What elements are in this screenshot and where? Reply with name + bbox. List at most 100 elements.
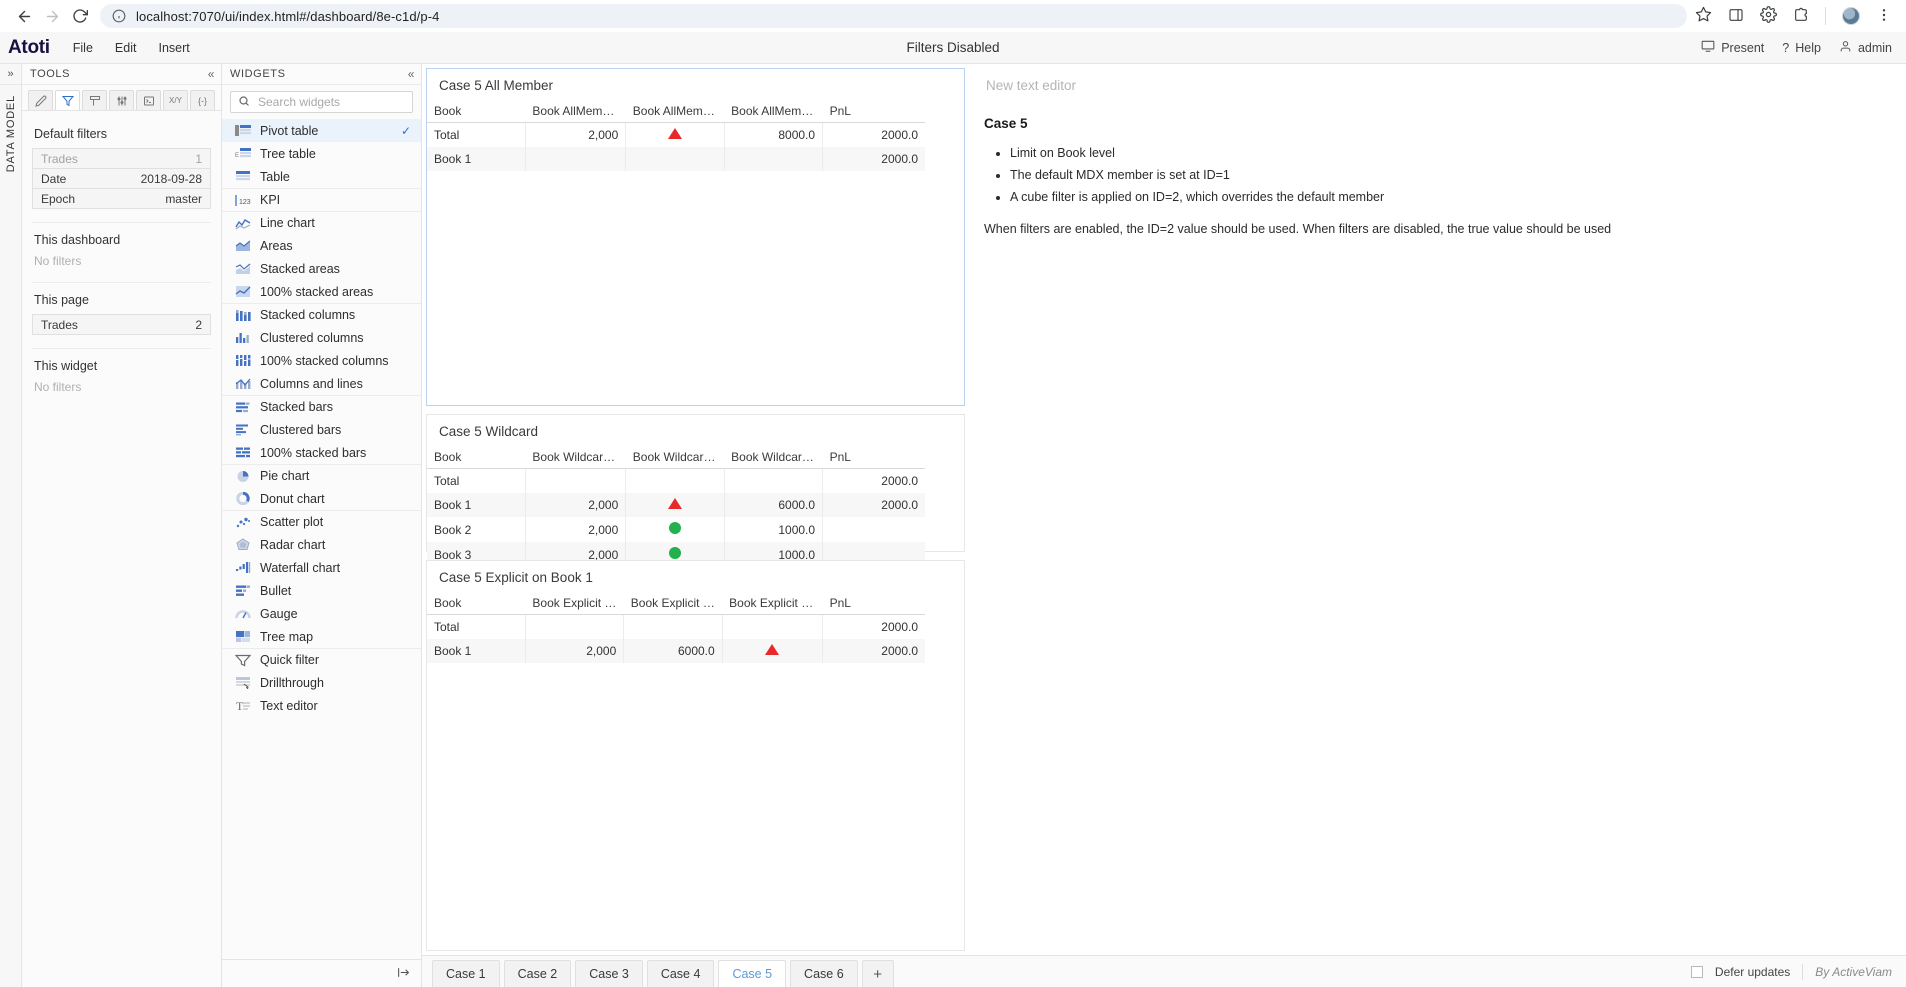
- present-button[interactable]: Present: [1701, 39, 1764, 56]
- column-header[interactable]: Book AllMember V...: [724, 100, 823, 123]
- widget-item-bullet[interactable]: Bullet: [222, 579, 421, 602]
- widget-item-columns-and-lines[interactable]: Columns and lines: [222, 372, 421, 395]
- table-row[interactable]: Total 2000.0: [427, 468, 925, 493]
- widget-item-clustered-bars[interactable]: Clustered bars: [222, 418, 421, 441]
- page-tab-case-6[interactable]: Case 6: [790, 960, 858, 987]
- column-header[interactable]: Book Explicit Goal: [525, 592, 624, 615]
- column-header[interactable]: Book Wildcard Sta...: [625, 446, 725, 469]
- widget-item-gauge[interactable]: Gauge: [222, 602, 421, 625]
- data-model-label[interactable]: DATA MODEL: [5, 95, 17, 172]
- column-header[interactable]: Book Wildcard Goal: [525, 446, 626, 469]
- column-header[interactable]: Book Wildcard Val...: [724, 446, 823, 469]
- table-row[interactable]: Book 1 2000.0: [427, 147, 925, 171]
- page-tab-case-2[interactable]: Case 2: [503, 960, 572, 987]
- site-info-icon[interactable]: [112, 9, 126, 23]
- table-row[interactable]: Total 2000.0: [427, 614, 925, 639]
- column-header[interactable]: PnL: [822, 446, 925, 469]
- widget-case5-all-member[interactable]: Case 5 All Member Book Book AllMember ...…: [426, 68, 965, 406]
- settings-gear-icon[interactable]: [1760, 6, 1777, 26]
- search-widgets-box[interactable]: [230, 91, 413, 113]
- extensions-icon[interactable]: [1793, 7, 1809, 26]
- address-bar[interactable]: localhost:7070/ui/index.html#/dashboard/…: [100, 4, 1687, 28]
- filter-row-trades-default[interactable]: Trades 1: [32, 148, 211, 169]
- table-row[interactable]: Book 1 2,000 6000.0 2000.0: [427, 639, 925, 663]
- text-editor-content[interactable]: Case 5 Limit on Book level The default MD…: [974, 114, 1901, 238]
- menu-insert[interactable]: Insert: [147, 32, 200, 64]
- bookmark-star-icon[interactable]: [1695, 6, 1712, 26]
- column-header[interactable]: Book: [427, 592, 526, 615]
- widget-item-100-stacked-bars[interactable]: 100% stacked bars: [222, 441, 421, 464]
- widget-item-table[interactable]: Table: [222, 165, 421, 188]
- widget-item-clustered-columns[interactable]: Clustered columns: [222, 326, 421, 349]
- table-row[interactable]: Total 2,000 8000.0 2000.0: [427, 122, 925, 147]
- menu-file[interactable]: File: [62, 32, 104, 64]
- xy-axis-icon[interactable]: X/Y: [163, 90, 188, 110]
- widget-case5-wildcard[interactable]: Case 5 Wildcard BookBook Wildcard GoalBo…: [426, 414, 965, 567]
- widget-item-donut-chart[interactable]: Donut chart: [222, 487, 421, 510]
- braces-icon[interactable]: {-}: [190, 90, 215, 110]
- column-header[interactable]: PnL: [822, 100, 925, 123]
- back-arrow-icon[interactable]: [10, 2, 38, 30]
- page-tab-case-3[interactable]: Case 3: [575, 960, 643, 987]
- filter-row-epoch[interactable]: Epoch master: [32, 188, 211, 209]
- query-icon[interactable]: [82, 90, 107, 110]
- widget-item-drillthrough[interactable]: Drillthrough: [222, 671, 421, 694]
- filter-row-date[interactable]: Date 2018-09-28: [32, 168, 211, 189]
- console-icon[interactable]: [136, 90, 161, 110]
- widget-case5-explicit-book1[interactable]: Case 5 Explicit on Book 1 Book Book Expli…: [426, 560, 965, 951]
- side-panel-icon[interactable]: [1728, 7, 1744, 26]
- three-dot-menu-icon[interactable]: [1876, 7, 1892, 26]
- page-tab-case-4[interactable]: Case 4: [646, 960, 715, 987]
- pencil-icon[interactable]: [28, 90, 53, 110]
- column-header[interactable]: Book: [427, 446, 526, 469]
- pivot-table[interactable]: BookBook Explicit GoalBook Explicit Valu…: [427, 592, 925, 663]
- widget-item-tree-table[interactable]: E Tree table: [222, 142, 421, 165]
- double-chevron-left-icon[interactable]: «: [408, 67, 415, 81]
- sliders-icon[interactable]: [109, 90, 134, 110]
- widget-item-stacked-bars[interactable]: Stacked bars: [222, 395, 421, 418]
- double-chevron-left-icon[interactable]: «: [208, 67, 215, 81]
- pivot-table[interactable]: BookBook AllMember ...Book AllMember S..…: [427, 100, 925, 171]
- defer-updates-checkbox[interactable]: [1690, 965, 1703, 978]
- widget-item-tree-map[interactable]: Tree map: [222, 625, 421, 648]
- menu-edit[interactable]: Edit: [104, 32, 148, 64]
- widget-item-scatter-plot[interactable]: Scatter plot: [222, 510, 421, 533]
- filter-row-trades-page[interactable]: Trades 2: [32, 314, 211, 335]
- avatar[interactable]: [1842, 7, 1860, 25]
- column-header[interactable]: Book Explicit Status: [722, 592, 823, 615]
- widget-item-pie-chart[interactable]: Pie chart: [222, 464, 421, 487]
- widget-item-radar-chart[interactable]: Radar chart: [222, 533, 421, 556]
- filter-funnel-icon[interactable]: [55, 90, 80, 110]
- column-header[interactable]: Book: [427, 100, 526, 123]
- table-row[interactable]: Book 2 2,000 1000.0: [427, 517, 925, 542]
- pivot-table[interactable]: BookBook Wildcard GoalBook Wildcard Sta.…: [427, 446, 925, 567]
- column-header[interactable]: Book AllMember S...: [625, 100, 725, 123]
- pivot-table-container[interactable]: BookBook Explicit GoalBook Explicit Valu…: [427, 592, 964, 663]
- widget-item-line-chart[interactable]: Line chart: [222, 211, 421, 234]
- expand-panel-icon[interactable]: [396, 966, 411, 982]
- widget-item-areas[interactable]: Areas: [222, 234, 421, 257]
- widget-item-text-editor[interactable]: T Text editor: [222, 694, 421, 717]
- widget-item-100-stacked-areas[interactable]: 100% stacked areas: [222, 280, 421, 303]
- pivot-table-container[interactable]: BookBook Wildcard GoalBook Wildcard Sta.…: [427, 446, 964, 567]
- widget-item-waterfall-chart[interactable]: Waterfall chart: [222, 556, 421, 579]
- pivot-table-container[interactable]: BookBook AllMember ...Book AllMember S..…: [427, 100, 964, 171]
- widget-item-pivot-table[interactable]: Pivot table ✓: [222, 119, 421, 142]
- widget-text-editor[interactable]: New text editor Case 5 Limit on Book lev…: [973, 68, 1902, 959]
- page-tab-case-1[interactable]: Case 1: [432, 960, 500, 987]
- add-page-button[interactable]: +: [861, 960, 894, 987]
- forward-arrow-icon[interactable]: [38, 2, 66, 30]
- table-row[interactable]: Book 1 2,000 6000.0 2000.0: [427, 493, 925, 517]
- widget-item-quick-filter[interactable]: Quick filter: [222, 648, 421, 671]
- page-tab-case-5[interactable]: Case 5: [718, 960, 787, 987]
- reload-icon[interactable]: [66, 2, 94, 30]
- widget-item-100-stacked-columns[interactable]: 100% stacked columns: [222, 349, 421, 372]
- column-header[interactable]: PnL: [822, 592, 925, 615]
- column-header[interactable]: Book AllMember ...: [525, 100, 626, 123]
- search-input[interactable]: [256, 94, 405, 110]
- double-chevron-right-icon[interactable]: »: [0, 64, 21, 85]
- widget-item-kpi[interactable]: 123 KPI: [222, 188, 421, 211]
- user-menu[interactable]: admin: [1839, 40, 1892, 56]
- widget-item-stacked-areas[interactable]: Stacked areas: [222, 257, 421, 280]
- column-header[interactable]: Book Explicit Value: [623, 592, 723, 615]
